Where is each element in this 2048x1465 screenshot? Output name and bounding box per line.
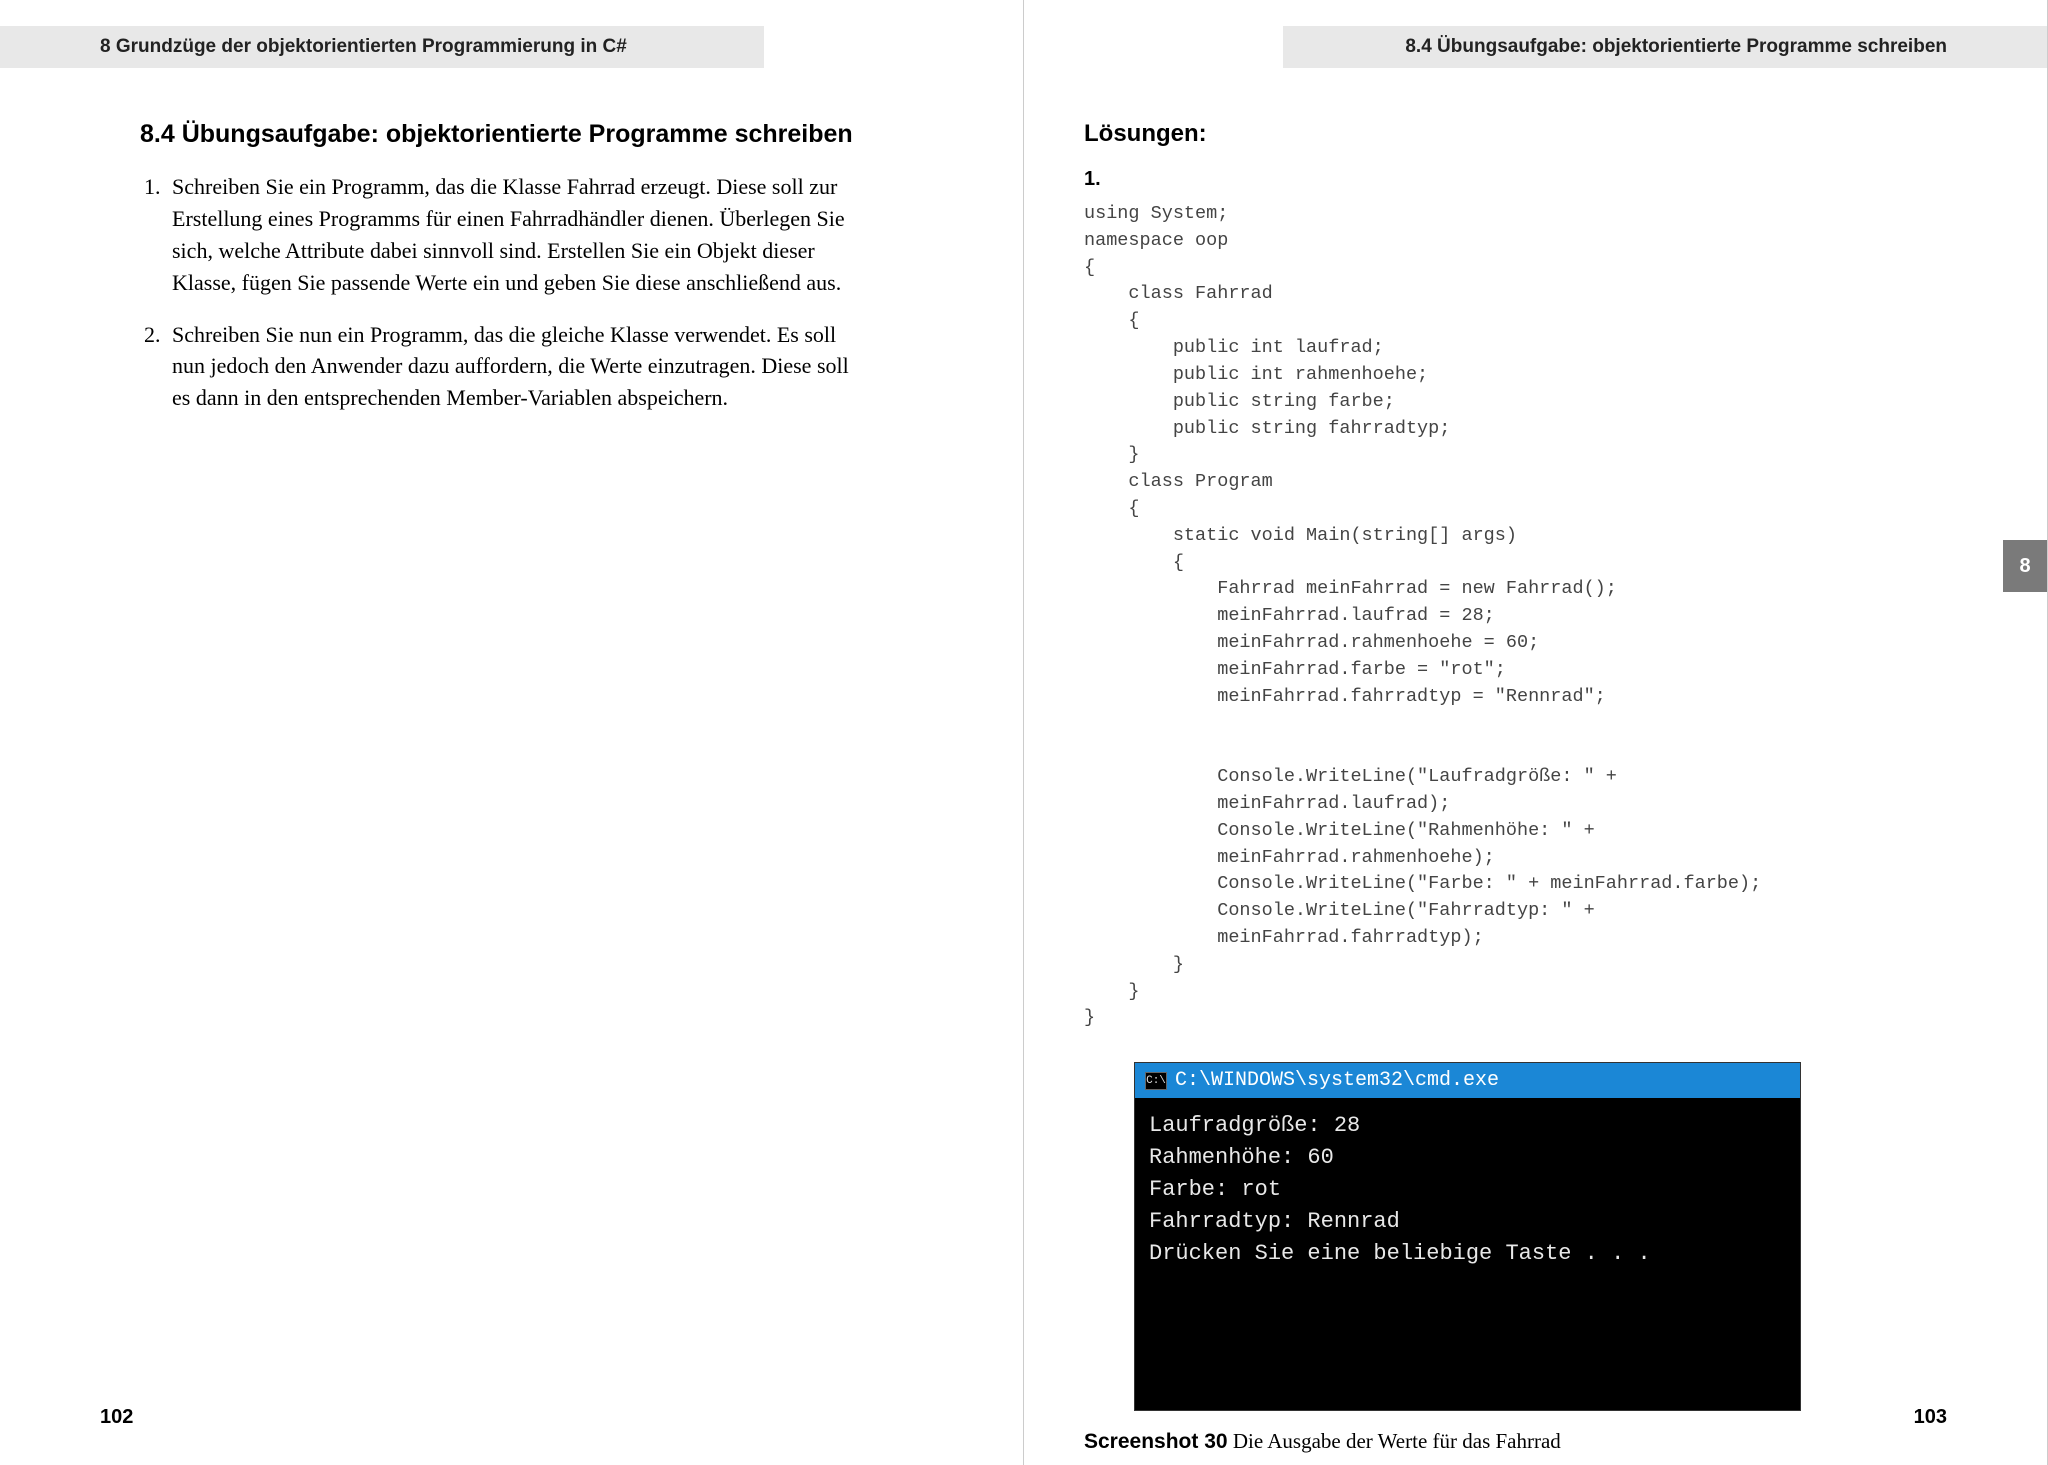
caption-text: Die Ausgabe der Werte für das Fahrrad bbox=[1228, 1429, 1561, 1453]
solutions-heading: Lösungen: bbox=[1084, 120, 1804, 148]
content-column-right: Lösungen: 1. using System; namespace oop… bbox=[1084, 120, 1804, 1454]
chapter-thumb-tab: 8 bbox=[2003, 540, 2047, 592]
task-item: Schreiben Sie nun ein Programm, das die … bbox=[166, 319, 860, 415]
cmd-window: C:\ C:\WINDOWS\system32\cmd.exe Laufradg… bbox=[1134, 1062, 1801, 1410]
figure-caption: Screenshot 30 Die Ausgabe der Werte für … bbox=[1084, 1429, 1804, 1454]
task-list: Schreiben Sie ein Programm, das die Klas… bbox=[140, 171, 860, 414]
page-number: 103 bbox=[1914, 1406, 1947, 1429]
section-title: 8.4 Übungsaufgabe: objektorientierte Pro… bbox=[140, 120, 860, 149]
cmd-titlebar: C:\ C:\WINDOWS\system32\cmd.exe bbox=[1135, 1063, 1800, 1098]
cmd-title-text: C:\WINDOWS\system32\cmd.exe bbox=[1175, 1069, 1499, 1092]
page-number: 102 bbox=[100, 1406, 133, 1429]
running-header-right: 8.4 Übungsaufgabe: objektorientierte Pro… bbox=[1283, 26, 2047, 68]
running-header-left: 8 Grundzüge der objektorientierten Progr… bbox=[0, 26, 764, 68]
page-right: 8.4 Übungsaufgabe: objektorientierte Pro… bbox=[1024, 0, 2048, 1465]
code-listing: using System; namespace oop { class Fahr… bbox=[1084, 201, 1804, 1032]
cmd-icon: C:\ bbox=[1145, 1072, 1167, 1090]
solution-number: 1. bbox=[1084, 168, 1804, 191]
cmd-output: Laufradgröße: 28 Rahmenhöhe: 60 Farbe: r… bbox=[1135, 1098, 1800, 1409]
caption-label: Screenshot 30 bbox=[1084, 1430, 1228, 1453]
task-item: Schreiben Sie ein Programm, das die Klas… bbox=[166, 171, 860, 299]
page-left: 8 Grundzüge der objektorientierten Progr… bbox=[0, 0, 1024, 1465]
content-column-left: 8.4 Übungsaufgabe: objektorientierte Pro… bbox=[140, 120, 860, 434]
